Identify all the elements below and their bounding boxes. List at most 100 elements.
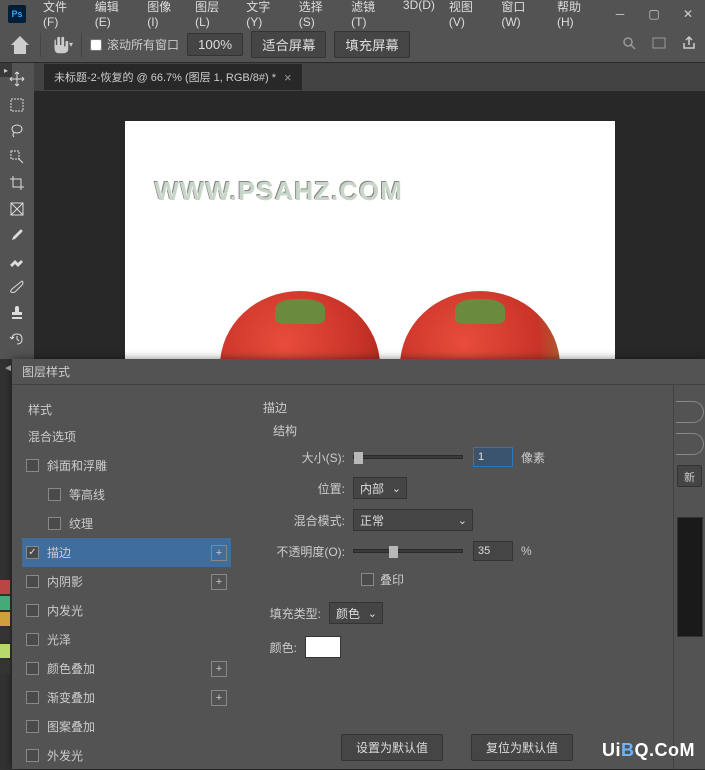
style-outer-glow[interactable]: 外发光 (22, 741, 231, 770)
style-texture[interactable]: 纹理 (22, 509, 231, 538)
menu-layer[interactable]: 图层(L) (188, 0, 239, 29)
checkbox[interactable] (26, 720, 39, 733)
style-contour[interactable]: 等高线 (22, 480, 231, 509)
add-effect-icon[interactable]: + (211, 661, 227, 677)
search-icon[interactable] (621, 35, 637, 54)
marquee-tool-icon[interactable] (4, 93, 30, 117)
canvas-watermark: WWW.PSAHZ.COM (155, 176, 403, 207)
swatch-icon[interactable] (0, 660, 10, 674)
checkbox[interactable] (48, 517, 61, 530)
frame-tool-icon[interactable] (4, 197, 30, 221)
new-style-button[interactable]: 新 (677, 465, 702, 487)
fit-screen-button[interactable]: 适合屏幕 (251, 31, 326, 58)
home-icon[interactable] (8, 33, 32, 57)
style-bevel-emboss[interactable]: 斜面和浮雕 (22, 451, 231, 480)
close-tab-icon[interactable]: × (284, 70, 292, 85)
scroll-all-windows-checkbox[interactable]: 滚动所有窗口 (90, 36, 179, 53)
blend-mode-select[interactable]: 正常 (353, 509, 473, 531)
structure-label: 结构 (273, 422, 655, 439)
menu-help[interactable]: 帮助(H) (550, 0, 603, 29)
brush-tool-icon[interactable] (4, 275, 30, 299)
zoom-level-button[interactable]: 100% (187, 33, 243, 56)
checkbox[interactable] (26, 662, 39, 675)
toolbox (0, 63, 34, 359)
stroke-panel-title: 描边 (259, 399, 655, 416)
lasso-tool-icon[interactable] (4, 119, 30, 143)
minimize-button[interactable]: ─ (603, 0, 637, 27)
checkbox[interactable] (48, 488, 61, 501)
dialog-handle-icon[interactable]: ◄ (3, 363, 13, 374)
checkbox[interactable] (26, 546, 39, 559)
swatch-icon[interactable] (0, 628, 10, 642)
style-stroke[interactable]: 描边+ (22, 538, 231, 567)
document-tab[interactable]: 未标题-2-恢复的 @ 66.7% (图层 1, RGB/8#) * × (44, 64, 302, 90)
size-slider[interactable] (353, 455, 463, 459)
maximize-button[interactable]: ▢ (637, 0, 671, 27)
size-input[interactable] (473, 447, 513, 467)
crop-tool-icon[interactable] (4, 171, 30, 195)
site-watermark: UiBQ.CoM (602, 740, 695, 761)
checkbox[interactable] (26, 604, 39, 617)
size-label: 大小(S): (259, 449, 353, 466)
reset-default-button[interactable]: 复位为默认值 (471, 734, 573, 761)
close-button[interactable]: ✕ (671, 0, 705, 27)
ok-button[interactable] (676, 401, 704, 423)
panel-collapse-icon[interactable]: ▸ (0, 63, 12, 77)
style-inner-glow[interactable]: 内发光 (22, 596, 231, 625)
checkbox[interactable] (26, 575, 39, 588)
menu-filter[interactable]: 滤镜(T) (344, 0, 396, 29)
swatch-icon[interactable] (0, 596, 10, 610)
position-label: 位置: (259, 480, 353, 497)
style-gradient-overlay[interactable]: 渐变叠加+ (22, 683, 231, 712)
opacity-label: 不透明度(O): (259, 543, 353, 560)
heal-tool-icon[interactable] (4, 249, 30, 273)
overprint-checkbox[interactable] (361, 573, 374, 586)
menubar: 文件(F) 编辑(E) 图像(I) 图层(L) 文字(Y) 选择(S) 滤镜(T… (36, 0, 603, 29)
hand-tool-icon[interactable]: ▾ (49, 33, 73, 57)
swatch-icon[interactable] (0, 612, 10, 626)
stamp-tool-icon[interactable] (4, 301, 30, 325)
arrange-icon[interactable] (651, 35, 667, 54)
menu-view[interactable]: 视图(V) (442, 0, 494, 29)
style-pattern-overlay[interactable]: 图案叠加 (22, 712, 231, 741)
opacity-input[interactable] (473, 541, 513, 561)
opacity-slider[interactable] (353, 549, 463, 553)
canvas[interactable]: WWW.PSAHZ.COM (125, 121, 615, 359)
checkbox[interactable] (26, 749, 39, 762)
swatch-icon[interactable] (0, 644, 10, 658)
quick-select-tool-icon[interactable] (4, 145, 30, 169)
app-logo: Ps (8, 5, 26, 23)
swatch-icon[interactable] (0, 580, 10, 594)
menu-3d[interactable]: 3D(D) (396, 0, 442, 29)
image-content (220, 291, 380, 359)
checkbox[interactable] (26, 691, 39, 704)
history-brush-tool-icon[interactable] (4, 327, 30, 351)
checkbox[interactable] (26, 633, 39, 646)
styles-heading[interactable]: 样式 (22, 397, 231, 422)
overprint-label: 叠印 (380, 571, 404, 588)
eyedropper-tool-icon[interactable] (4, 223, 30, 247)
layer-style-dialog: ◄ 图层样式 样式 混合选项 斜面和浮雕 等高线 纹理 描边+ 内阴影+ 内发光… (12, 359, 705, 769)
menu-image[interactable]: 图像(I) (140, 0, 188, 29)
add-effect-icon[interactable]: + (211, 574, 227, 590)
style-inner-shadow[interactable]: 内阴影+ (22, 567, 231, 596)
menu-select[interactable]: 选择(S) (292, 0, 344, 29)
menu-file[interactable]: 文件(F) (36, 0, 88, 29)
menu-type[interactable]: 文字(Y) (239, 0, 291, 29)
style-color-overlay[interactable]: 颜色叠加+ (22, 654, 231, 683)
position-select[interactable]: 内部 (353, 477, 407, 499)
checkbox[interactable] (26, 459, 39, 472)
stroke-color-swatch[interactable] (305, 636, 341, 658)
menu-window[interactable]: 窗口(W) (494, 0, 550, 29)
set-default-button[interactable]: 设置为默认值 (341, 734, 443, 761)
share-icon[interactable] (681, 35, 697, 54)
fill-screen-button[interactable]: 填充屏幕 (334, 31, 409, 58)
menu-edit[interactable]: 编辑(E) (88, 0, 140, 29)
blending-options[interactable]: 混合选项 (22, 422, 231, 451)
fill-type-select[interactable]: 颜色 (329, 602, 383, 624)
add-effect-icon[interactable]: + (211, 545, 227, 561)
preview-box (677, 517, 703, 637)
style-satin[interactable]: 光泽 (22, 625, 231, 654)
cancel-button[interactable] (676, 433, 704, 455)
add-effect-icon[interactable]: + (211, 690, 227, 706)
